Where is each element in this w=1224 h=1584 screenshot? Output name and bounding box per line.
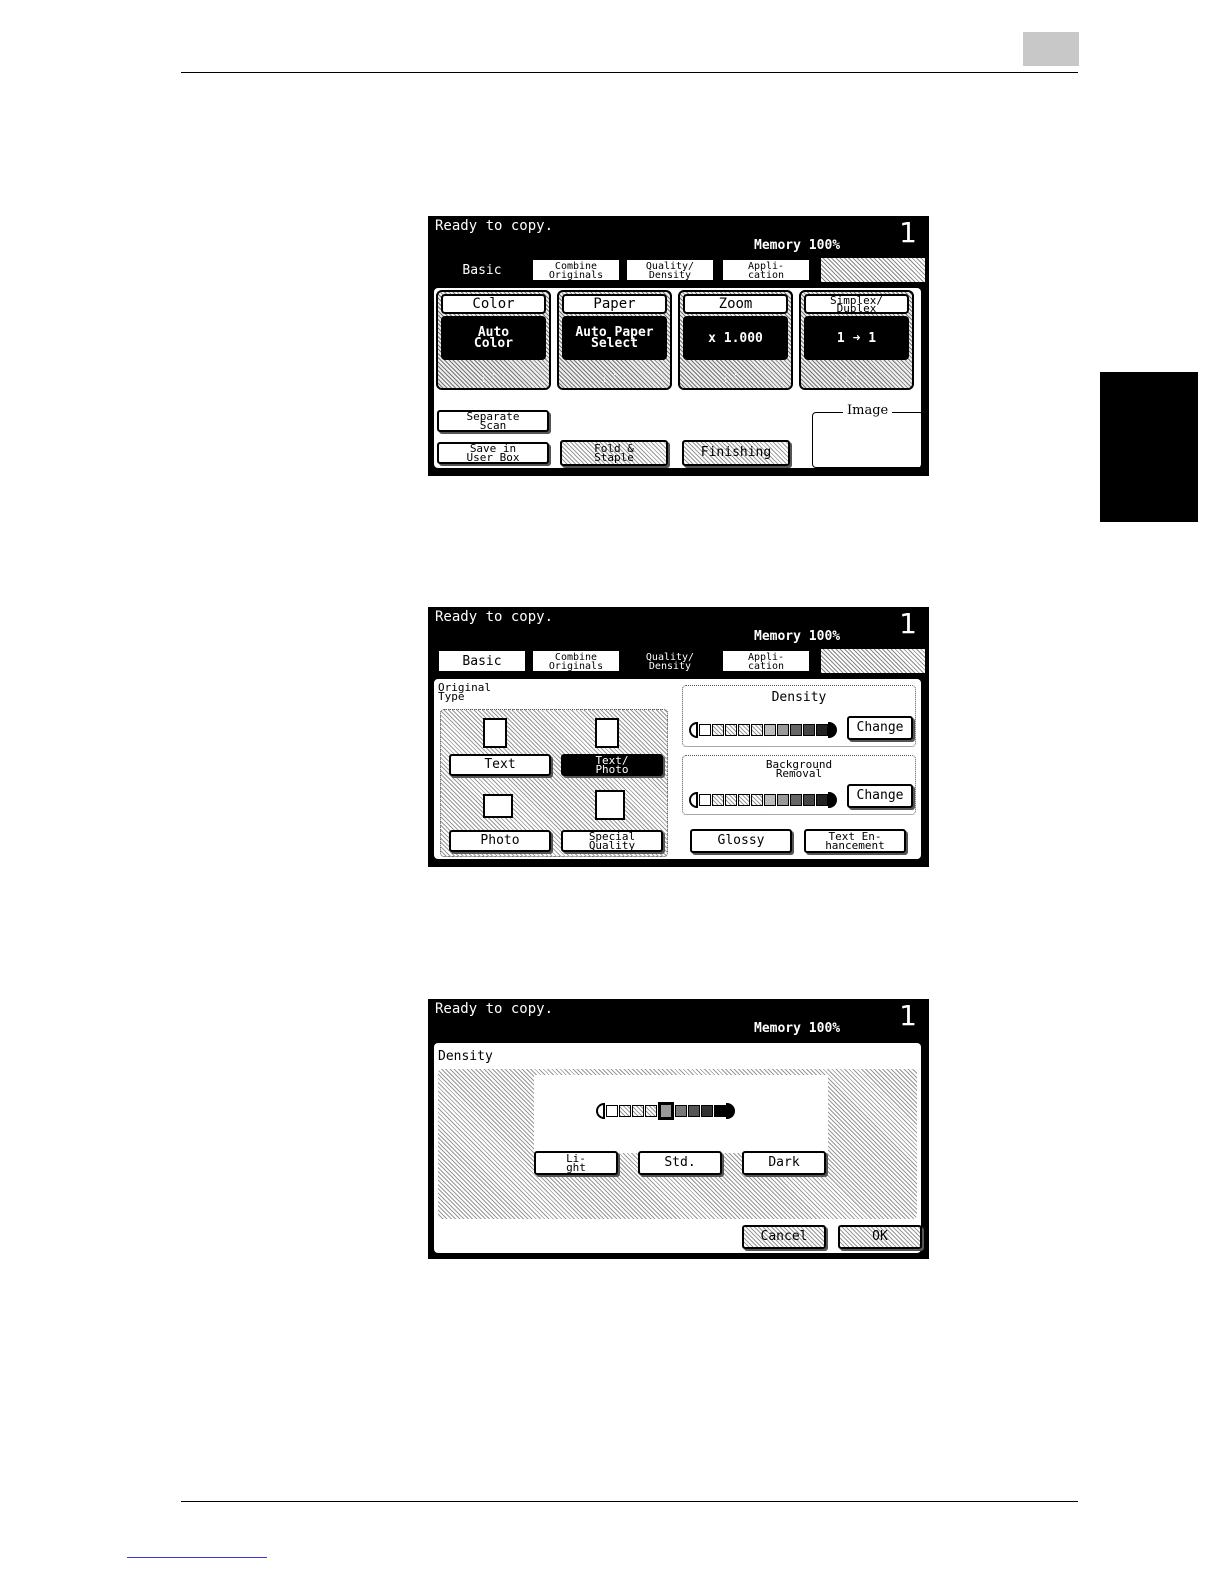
cancel-button[interactable]: Cancel — [742, 1225, 826, 1249]
density-adjust-area: Li- ght Std. Dark — [438, 1069, 917, 1219]
text-enhancement-button[interactable]: Text En- hancement — [804, 829, 906, 853]
separate-scan-button[interactable]: Separate Scan — [437, 410, 549, 432]
color-value: Auto Color — [441, 316, 546, 360]
tab-application[interactable]: Appli- cation — [721, 258, 811, 282]
more-dots-icon: ⋮⋮⋮ — [720, 373, 751, 384]
quality-density-screen: Ready to copy. Memory 100% 1 Basic Combi… — [428, 607, 929, 867]
memory-indicator: Memory 100% — [754, 1021, 841, 1036]
paper-title: Paper — [562, 294, 667, 314]
duplex-value: 1 ➜ 1 — [804, 316, 909, 360]
tab-quality-density[interactable]: Quality/ Density — [625, 649, 715, 673]
zoom-title: Zoom — [683, 294, 788, 314]
standard-button[interactable]: Std. — [638, 1151, 722, 1175]
photo-icon — [483, 794, 513, 818]
color-card[interactable]: Color Auto Color ⋮⋮⋮ — [436, 290, 551, 390]
density-scale-large[interactable] — [596, 1102, 735, 1120]
duplex-card[interactable]: Simplex/ Duplex 1 ➜ 1 ⋮⋮⋮ — [799, 290, 914, 390]
basic-panel: Color Auto Color ⋮⋮⋮ Paper Auto Paper Se… — [432, 286, 924, 470]
tab-quality-density[interactable]: Quality/ Density — [625, 258, 715, 282]
background-removal-group: Background Removal Change — [682, 755, 916, 815]
chapter-tab — [1100, 372, 1198, 522]
quality-panel: Original Type Text Text/ Photo Photo Spe… — [432, 677, 923, 861]
text-photo-doc-icon — [595, 718, 619, 748]
more-dots-icon: ⋮⋮⋮ — [841, 373, 872, 384]
more-dots-icon: ⋮⋮⋮ — [478, 373, 509, 384]
density-group: Density Change — [682, 685, 916, 747]
density-scale — [689, 722, 837, 738]
tab-bar: Basic Combine Originals Quality/ Density… — [435, 258, 925, 286]
glossy-button[interactable]: Glossy — [690, 829, 792, 853]
density-change-button[interactable]: Change — [847, 716, 913, 740]
density-scale-panel — [534, 1075, 828, 1153]
basic-screen: Ready to copy. Memory 100% 1 Basic Combi… — [428, 216, 929, 476]
header-rule — [181, 72, 1078, 73]
image-label: Image — [843, 403, 893, 418]
tab-bar: Basic Combine Originals Quality/ Density… — [435, 649, 925, 677]
background-scale — [689, 792, 837, 808]
tab-application[interactable]: Appli- cation — [721, 649, 811, 673]
tab-combine-originals[interactable]: Combine Originals — [531, 258, 621, 282]
ok-button[interactable]: OK — [838, 1225, 922, 1249]
paper-value: Auto Paper Select — [562, 316, 667, 360]
finishing-button[interactable]: Finishing — [682, 440, 790, 466]
density-panel: Density Li- ght Std. Dark Cancel OK — [432, 1041, 923, 1255]
paper-card[interactable]: Paper Auto Paper Select ⋮⋮⋮ — [557, 290, 672, 390]
save-user-box-button[interactable]: Save in User Box — [437, 442, 549, 464]
status-text: Ready to copy. — [435, 609, 554, 625]
memory-indicator: Memory 100% — [754, 629, 841, 644]
density-title: Density — [438, 1049, 493, 1064]
fold-staple-button[interactable]: Fold & Staple — [560, 440, 668, 466]
text-doc-icon — [483, 718, 507, 748]
status-text: Ready to copy. — [435, 1001, 554, 1017]
original-type-group: Text Text/ Photo Photo Special Quality — [440, 709, 668, 857]
background-change-button[interactable]: Change — [847, 784, 913, 808]
footer-rule — [181, 1501, 1078, 1502]
copy-count: 1 — [899, 216, 917, 249]
background-removal-label: Background Removal — [765, 758, 833, 780]
zoom-value: x 1.000 — [683, 316, 788, 360]
photo-type-button[interactable]: Photo — [449, 830, 551, 852]
light-button[interactable]: Li- ght — [534, 1151, 618, 1175]
footer-link-underline — [127, 1557, 267, 1558]
memory-indicator: Memory 100% — [754, 238, 841, 253]
tab-bar-filler — [821, 649, 925, 673]
more-dots-icon: ⋮⋮⋮ — [599, 373, 630, 384]
tab-basic[interactable]: Basic — [437, 258, 527, 282]
density-screen: Ready to copy. Memory 100% 1 Density Li-… — [428, 999, 929, 1259]
copy-count: 1 — [899, 607, 917, 640]
tab-basic[interactable]: Basic — [437, 649, 527, 673]
dark-button[interactable]: Dark — [742, 1151, 826, 1175]
zoom-card[interactable]: Zoom x 1.000 ⋮⋮⋮ — [678, 290, 793, 390]
special-quality-button[interactable]: Special Quality — [561, 830, 663, 852]
page-number-box — [1023, 32, 1079, 66]
tab-bar-filler — [821, 258, 925, 282]
special-quality-icon — [595, 790, 625, 820]
color-title: Color — [441, 294, 546, 314]
duplex-title: Simplex/ Duplex — [804, 294, 909, 314]
tab-combine-originals[interactable]: Combine Originals — [531, 649, 621, 673]
text-photo-type-button[interactable]: Text/ Photo — [561, 754, 663, 776]
image-preview: Image — [812, 403, 924, 468]
status-text: Ready to copy. — [435, 218, 554, 234]
original-type-label: Original Type — [438, 681, 491, 703]
text-type-button[interactable]: Text — [449, 754, 551, 776]
density-label: Density — [771, 690, 827, 705]
copy-count: 1 — [899, 999, 917, 1032]
